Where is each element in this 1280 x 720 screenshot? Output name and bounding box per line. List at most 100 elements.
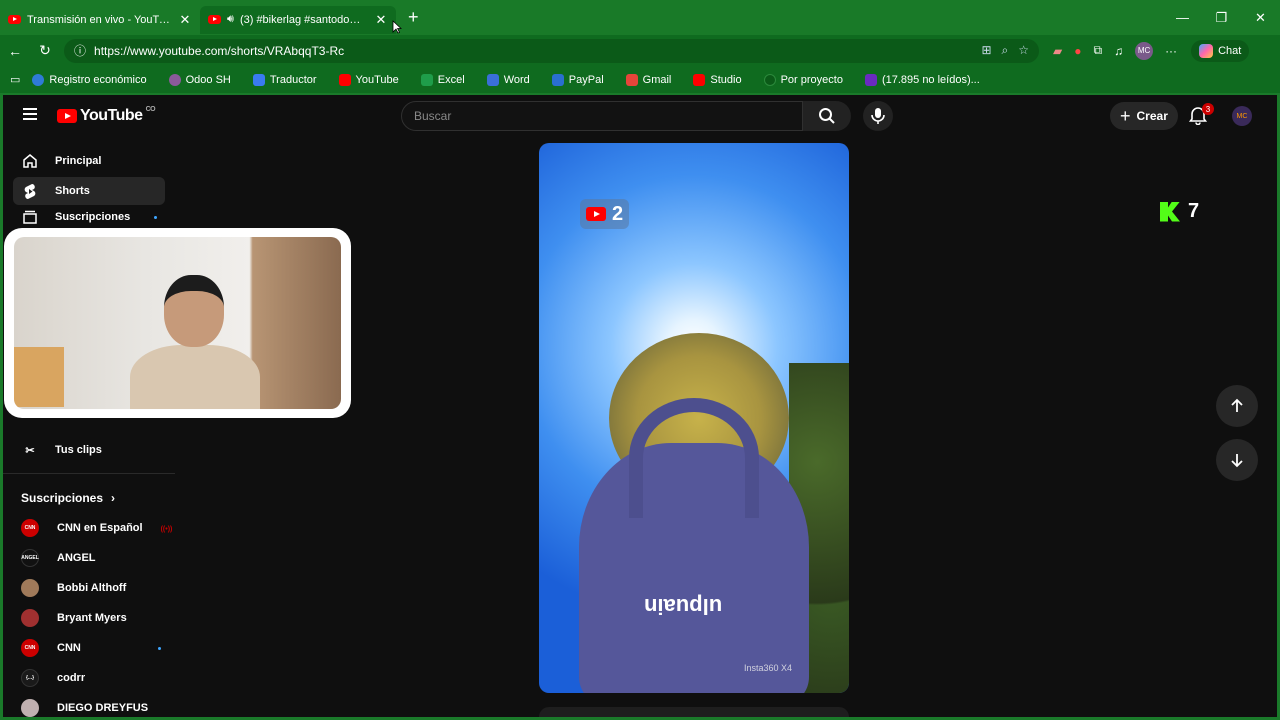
copilot-chat-button[interactable]: Chat bbox=[1191, 39, 1250, 62]
bookmark-item[interactable]: Traductor bbox=[252, 73, 317, 86]
new-content-dot bbox=[158, 646, 161, 650]
subscriptions-icon bbox=[21, 209, 39, 225]
arrow-down-icon bbox=[1231, 454, 1243, 468]
subscription-item[interactable]: DIEGO DREYFUS bbox=[21, 697, 161, 717]
bookmark-icon bbox=[338, 73, 351, 86]
webcam-overlay bbox=[4, 228, 351, 418]
close-tab-icon[interactable]: ✕ bbox=[178, 12, 192, 28]
bookmark-icon bbox=[168, 73, 181, 86]
bookmark-icon bbox=[864, 73, 877, 86]
bookmark-icon bbox=[625, 73, 638, 86]
url-field[interactable]: ⓘ https://www.youtube.com/shorts/VRAbqqT… bbox=[64, 38, 1039, 63]
subscription-item[interactable]: Bobbi Althoff bbox=[21, 577, 161, 599]
channel-avatar bbox=[21, 699, 39, 717]
bookmark-icon bbox=[420, 73, 433, 86]
maximize-button[interactable]: ❐ bbox=[1202, 0, 1241, 35]
sidebar-item-suscripciones[interactable]: Suscripciones bbox=[13, 207, 165, 227]
more-menu-icon[interactable]: ··· bbox=[1165, 44, 1177, 58]
bookmarks-bar: ▭ Registro económico Odoo SH Traductor Y… bbox=[0, 66, 1280, 93]
extensions-puzzle-icon[interactable]: ⧉ bbox=[1093, 43, 1102, 58]
bookmark-icon bbox=[763, 73, 776, 86]
subscription-item[interactable]: Bryant Myers bbox=[21, 607, 161, 629]
bookmark-item[interactable]: PayPal bbox=[551, 73, 604, 86]
arrow-up-icon bbox=[1231, 398, 1243, 412]
chat-label: Chat bbox=[1218, 44, 1242, 57]
zoom-icon[interactable]: ⌕ bbox=[1002, 43, 1009, 58]
short-video-player[interactable]: ulpuain Insta360 X4 2 bbox=[539, 143, 849, 693]
app-install-icon[interactable]: ⊞ bbox=[981, 43, 991, 58]
channel-name: codrr bbox=[57, 672, 86, 684]
kick-counter-value: 7 bbox=[1188, 200, 1200, 222]
tab-title: Transmisión en vivo - YouTube Studio bbox=[27, 13, 172, 26]
extension-icon[interactable]: ● bbox=[1074, 44, 1081, 58]
profile-avatar[interactable]: MC bbox=[1135, 41, 1154, 60]
previous-short-button[interactable] bbox=[1216, 385, 1258, 427]
sidebar-item-tus-clips[interactable]: ✂ Tus clips bbox=[13, 436, 165, 464]
subscription-item[interactable]: CNN CNN en Español ((•)) bbox=[21, 517, 172, 539]
channel-name: DIEGO DREYFUS bbox=[57, 702, 149, 714]
microphone-icon bbox=[871, 108, 885, 124]
hamburger-menu-icon[interactable] bbox=[23, 108, 37, 120]
site-info-icon[interactable]: ⓘ bbox=[74, 42, 86, 59]
bookmark-item[interactable]: YouTube bbox=[338, 73, 399, 86]
bookmark-item[interactable]: Por proyecto bbox=[763, 73, 843, 86]
new-tab-button[interactable]: + bbox=[408, 7, 419, 28]
search-input[interactable]: Buscar bbox=[401, 101, 803, 131]
search-button[interactable] bbox=[803, 101, 851, 131]
sidebar-item-label: Suscripciones bbox=[55, 211, 131, 223]
mouse-cursor-icon bbox=[392, 20, 402, 34]
bookmark-item[interactable]: (17.895 no leídos)... bbox=[864, 73, 980, 86]
account-avatar[interactable]: MC bbox=[1232, 106, 1252, 126]
channel-avatar: CNN bbox=[21, 639, 39, 657]
speaker-icon[interactable]: 🔊︎ bbox=[227, 13, 234, 26]
subscription-item[interactable]: {...} codrr bbox=[21, 667, 161, 689]
camera-watermark: Insta360 X4 bbox=[744, 663, 793, 673]
bookmark-item[interactable]: Excel bbox=[420, 73, 465, 86]
subscription-item[interactable]: CNN CNN bbox=[21, 637, 161, 659]
webcam-feed bbox=[14, 237, 341, 409]
bookmark-item[interactable]: Gmail bbox=[625, 73, 671, 86]
minimize-button[interactable]: — bbox=[1163, 0, 1202, 35]
tab-youtube-studio[interactable]: Transmisión en vivo - YouTube Studio ✕ bbox=[0, 6, 200, 34]
address-bar-row: ← ↻ ⓘ https://www.youtube.com/shorts/VRA… bbox=[0, 35, 1280, 66]
bookmarks-menu-icon[interactable]: ▭ bbox=[10, 73, 20, 86]
channel-avatar: CNN bbox=[21, 519, 39, 537]
reload-button[interactable]: ↻ bbox=[30, 42, 60, 59]
extension-icon[interactable]: ▰ bbox=[1053, 44, 1062, 58]
subscription-item[interactable]: ANGEL ANGEL bbox=[21, 547, 161, 569]
masthead: YouTube CO Buscar + Crear 3 MC bbox=[3, 95, 1277, 137]
next-short-button[interactable] bbox=[1216, 439, 1258, 481]
favorites-icon[interactable]: ♫ bbox=[1114, 44, 1123, 58]
create-button[interactable]: + Crear bbox=[1110, 102, 1178, 130]
bookmark-item[interactable]: Word bbox=[486, 73, 530, 86]
bookmark-item[interactable]: Odoo SH bbox=[168, 73, 231, 86]
bookmark-icon bbox=[551, 73, 564, 86]
live-counter-value: 2 bbox=[612, 202, 624, 225]
logo-country-code: CO bbox=[145, 105, 156, 113]
bookmark-item[interactable]: Registro económico bbox=[32, 73, 147, 86]
close-window-button[interactable]: ✕ bbox=[1241, 0, 1280, 35]
url-text: https://www.youtube.com/shorts/VRAbqqT3-… bbox=[94, 43, 345, 58]
sidebar-item-principal[interactable]: Principal bbox=[13, 147, 165, 175]
bookmark-item[interactable]: Studio bbox=[693, 73, 742, 86]
chevron-right-icon: › bbox=[111, 491, 116, 505]
sidebar-item-shorts[interactable]: Shorts bbox=[13, 177, 165, 205]
voice-search-button[interactable] bbox=[863, 101, 893, 131]
next-short-preview[interactable] bbox=[539, 707, 849, 717]
youtube-favicon-icon bbox=[208, 15, 221, 24]
favorite-star-icon[interactable]: ☆ bbox=[1018, 43, 1029, 58]
back-button[interactable]: ← bbox=[0, 43, 30, 59]
kick-logo-icon bbox=[1160, 201, 1180, 222]
tab-shorts[interactable]: 🔊︎ (3) #bikerlag #santodomingo ✕ bbox=[200, 5, 396, 34]
channel-avatar: ANGEL bbox=[21, 549, 39, 567]
youtube-logo[interactable]: YouTube CO bbox=[57, 105, 156, 125]
sidebar-item-label: Principal bbox=[55, 155, 102, 167]
subscriptions-heading[interactable]: Suscripciones › bbox=[21, 491, 115, 505]
close-tab-icon[interactable]: ✕ bbox=[374, 12, 388, 28]
create-label: Crear bbox=[1136, 109, 1168, 123]
new-content-dot bbox=[154, 215, 158, 219]
logo-text: YouTube bbox=[80, 107, 143, 124]
bookmark-icon bbox=[693, 73, 706, 86]
channel-name: ANGEL bbox=[57, 552, 96, 564]
bookmark-icon bbox=[32, 73, 45, 86]
